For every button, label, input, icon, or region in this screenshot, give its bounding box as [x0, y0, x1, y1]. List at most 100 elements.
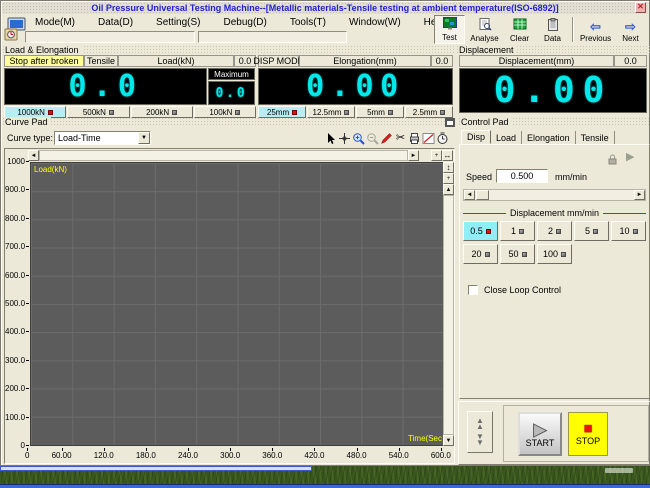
y-tick: 800.0: [5, 214, 29, 223]
y-axis-labels: 1000900.0800.0700.0600.0500.0400.0300.02…: [5, 157, 29, 450]
pen-icon[interactable]: [380, 132, 393, 145]
scissors-icon[interactable]: ✂: [394, 132, 407, 145]
x-tick: 0: [25, 448, 29, 460]
start-label: START: [526, 438, 555, 448]
speed-slider[interactable]: ◄ ►: [463, 189, 646, 201]
preset-indicator: [522, 252, 527, 257]
zoom-out-icon[interactable]: [366, 132, 379, 145]
analyse-button[interactable]: Analyse: [467, 15, 502, 44]
displacement-label-row: Displacement: [456, 45, 650, 55]
menu-window[interactable]: Window(W): [349, 17, 401, 28]
plot-canvas[interactable]: Load(kN) Time(Sec: [30, 162, 445, 446]
menu-mode[interactable]: Mode(M): [35, 17, 75, 28]
tab-load[interactable]: Load: [491, 131, 522, 144]
displacement-group-label: Displacement: [458, 45, 517, 55]
pan-icon[interactable]: +: [431, 150, 442, 161]
vscroll-down-icon[interactable]: ▼: [443, 435, 454, 446]
curve-pad-label-row: Curve Pad: [2, 117, 456, 127]
disp-mode-field[interactable]: DISP MODE: [258, 55, 299, 67]
hscroll-track[interactable]: [39, 150, 408, 161]
clear-button[interactable]: Clear: [504, 15, 535, 44]
tab-disp[interactable]: Disp: [461, 130, 491, 144]
preset-100-button[interactable]: 100: [537, 244, 572, 264]
test-label: Test: [442, 33, 457, 42]
slider-thumb[interactable]: [476, 190, 489, 200]
clock-icon[interactable]: [436, 132, 449, 145]
chart-tool-icon[interactable]: [422, 132, 435, 145]
jog-button[interactable]: ▲ ▲ ▼ ▼: [467, 411, 493, 453]
range-indicator: [388, 110, 393, 115]
speed-input[interactable]: [496, 169, 548, 183]
chart-area: ◄ ► + ↔ 1000900.0800.0700.0600.0500.0400…: [4, 148, 455, 464]
close-loop-checkbox[interactable]: [468, 285, 478, 295]
previous-button[interactable]: ⇦ Previous: [578, 15, 613, 44]
maximize-icon[interactable]: [445, 118, 455, 127]
next-label: Next: [622, 34, 638, 43]
menu-data[interactable]: Data(D): [98, 17, 133, 28]
slider-right-icon[interactable]: ►: [634, 190, 645, 200]
preset-10-button[interactable]: 10: [611, 221, 646, 241]
hscroll-left-icon[interactable]: ◄: [28, 150, 39, 161]
control-pad-group-label: Control Pad: [460, 117, 512, 127]
menu-debug[interactable]: Debug(D): [224, 17, 267, 28]
curve-toolbar: ✂: [324, 132, 449, 145]
fit-horizontal-icon[interactable]: ↔: [442, 150, 453, 161]
range-label: 25mm: [267, 108, 289, 117]
range-label: 100kN: [209, 108, 232, 117]
menu-setting[interactable]: Setting(S): [156, 17, 200, 28]
range-indicator: [344, 110, 349, 115]
preset-20-button[interactable]: 20: [463, 244, 498, 264]
preset-0-5-button[interactable]: 0.5: [463, 221, 498, 241]
test-button[interactable]: Test: [434, 15, 465, 44]
hscroll-right-icon[interactable]: ►: [408, 150, 419, 161]
fit-vertical-icon[interactable]: ↕: [443, 162, 454, 173]
curve-type-select[interactable]: Load-Time ▼: [54, 131, 151, 145]
load-elongation-panel: Load & Elongation Stop after broken Tens…: [2, 45, 455, 117]
analyse-icon: [477, 18, 493, 33]
start-triangle-icon: ▶: [533, 421, 546, 438]
maximum-label: Maximum: [208, 68, 255, 80]
printer-icon[interactable]: [408, 132, 421, 145]
y-tick: 100.0: [5, 413, 29, 422]
desktop: Oil Pressure Universal Testing Machine--…: [0, 0, 650, 488]
preset-label: 0.5: [470, 226, 483, 236]
vscroll-track[interactable]: [443, 195, 454, 435]
preset-indicator: [593, 229, 598, 234]
zoom-in-icon[interactable]: [352, 132, 365, 145]
preset-5-button[interactable]: 5: [574, 221, 609, 241]
preset-label: 100: [543, 249, 558, 259]
stop-button[interactable]: ■ STOP: [568, 412, 608, 456]
previous-label: Previous: [580, 34, 611, 43]
preset-2-button[interactable]: 2: [537, 221, 572, 241]
vpan-icon[interactable]: +: [443, 173, 454, 184]
menu-bar: Mode(M) Data(D) Setting(S) Debug(D) Tool…: [35, 17, 458, 28]
data-button[interactable]: Data: [537, 15, 568, 44]
play-icon[interactable]: ▶: [626, 150, 634, 163]
slider-left-icon[interactable]: ◄: [464, 190, 475, 200]
range-indicator: [292, 110, 297, 115]
previous-arrow-icon: ⇦: [590, 20, 601, 33]
next-button[interactable]: ⇨ Next: [615, 15, 646, 44]
preset-1-button[interactable]: 1: [500, 221, 535, 241]
range-label: 500kN: [83, 108, 106, 117]
toolbar-separator: [572, 17, 574, 42]
tab-tensile[interactable]: Tensile: [576, 131, 615, 144]
elongation-small-value: 0.0: [431, 55, 453, 67]
menu-tools[interactable]: Tools(T): [290, 17, 326, 28]
preset-indicator: [486, 229, 491, 234]
app-icon: [4, 16, 26, 42]
start-button[interactable]: ▶ START: [518, 412, 562, 456]
stop-mode-field[interactable]: Stop after broken: [4, 55, 84, 67]
displacement-small-value: 0.0: [614, 55, 647, 67]
status-bar-left: [25, 31, 195, 43]
chevron-down-icon[interactable]: ▼: [138, 132, 150, 144]
preset-50-button[interactable]: 50: [500, 244, 535, 264]
cursor-icon[interactable]: [324, 132, 337, 145]
vscroll-up-icon[interactable]: ▲: [443, 184, 454, 195]
data-icon: [545, 18, 561, 33]
tab-elongation[interactable]: Elongation: [522, 131, 576, 144]
test-icon: [442, 17, 458, 32]
close-icon[interactable]: ✕: [635, 2, 646, 13]
crosshair-icon[interactable]: [338, 132, 351, 145]
divider-label: Displacement mm/min: [510, 208, 599, 218]
